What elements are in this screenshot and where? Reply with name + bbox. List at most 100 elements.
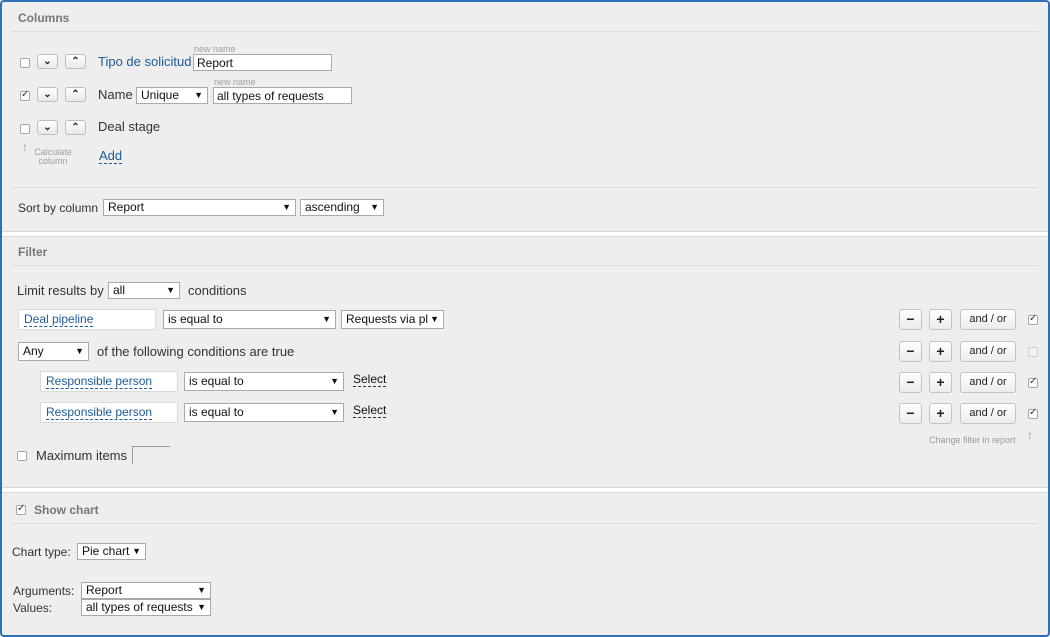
show-chart-checkbox[interactable] <box>16 503 26 515</box>
arguments-value: Report <box>86 583 123 597</box>
filter-field-deal-pipeline[interactable]: Deal pipeline <box>18 309 156 330</box>
minus-icon: − <box>906 374 915 390</box>
chevron-down-icon: ⌄ <box>43 56 52 67</box>
and-or-button[interactable]: and / or <box>960 341 1016 362</box>
new-name-input-report[interactable] <box>193 54 332 71</box>
move-up-button[interactable]: ⌃ <box>65 120 86 135</box>
dropdown-arrow-icon: ▼ <box>197 585 206 595</box>
column-row-1-checkbox[interactable] <box>20 58 30 68</box>
minus-icon: − <box>906 343 915 359</box>
sort-column-select[interactable]: Report ▼ <box>103 199 296 216</box>
max-items-input[interactable] <box>132 446 170 464</box>
add-column-link[interactable]: Add <box>99 148 123 164</box>
operator-value: is equal to <box>189 374 244 388</box>
chart-type-label: Chart type: <box>12 545 71 559</box>
values-value: all types of requests <box>86 600 193 614</box>
filter-section-title: Filter <box>18 245 48 259</box>
arguments-select[interactable]: Report ▼ <box>81 582 211 599</box>
values-select[interactable]: all types of requests ▼ <box>81 599 211 616</box>
show-chart-title: Show chart <box>34 503 99 517</box>
remove-condition-button[interactable]: − <box>899 403 922 424</box>
chevron-down-icon: ⌄ <box>43 89 52 100</box>
columns-section-title: Columns <box>18 11 70 25</box>
operator-select-3[interactable]: is equal to ▼ <box>184 403 344 422</box>
plus-icon: + <box>936 343 945 359</box>
value-select-1[interactable]: Requests via pl ▼ <box>341 310 444 329</box>
dropdown-arrow-icon: ▼ <box>282 202 291 212</box>
and-or-button[interactable]: and / or <box>960 403 1016 424</box>
new-name-input-all-types[interactable] <box>213 87 352 104</box>
dropdown-arrow-icon: ▼ <box>322 314 331 324</box>
filter-field-label: Deal pipeline <box>24 312 94 327</box>
filter-field-responsible-person[interactable]: Responsible person <box>40 371 178 392</box>
aggregate-select[interactable]: Unique ▼ <box>136 87 208 104</box>
dropdown-arrow-icon: ▼ <box>370 202 379 212</box>
select-value-link[interactable]: Select <box>353 372 387 387</box>
chevron-down-icon: ⌄ <box>43 122 52 133</box>
chevron-up-icon: ⌃ <box>71 89 80 100</box>
operator-value: is equal to <box>168 312 223 326</box>
new-name-caption: new name <box>214 77 256 87</box>
arrow-up-icon: ↑ <box>22 140 28 154</box>
move-down-button[interactable]: ⌄ <box>37 87 58 102</box>
limit-mode-select[interactable]: all ▼ <box>108 282 180 299</box>
column-label-deal-stage: Deal stage <box>98 119 161 134</box>
and-or-button[interactable]: and / or <box>960 309 1016 330</box>
dropdown-arrow-icon: ▼ <box>75 346 84 356</box>
remove-condition-button[interactable]: − <box>899 372 922 393</box>
dropdown-arrow-icon: ▼ <box>166 285 175 295</box>
operator-select-2[interactable]: is equal to ▼ <box>184 372 344 391</box>
group-checkbox[interactable] <box>1028 347 1038 357</box>
aggregate-select-value: Unique <box>141 88 180 102</box>
filter-field-label: Responsible person <box>46 374 153 389</box>
conditions-label: conditions <box>188 283 247 298</box>
max-items-checkbox[interactable] <box>17 451 27 461</box>
column-row-2-checkbox[interactable] <box>20 89 30 101</box>
max-items-label: Maximum items <box>36 448 128 463</box>
select-value-link[interactable]: Select <box>353 403 387 418</box>
move-up-button[interactable]: ⌃ <box>65 87 86 102</box>
and-or-button[interactable]: and / or <box>960 372 1016 393</box>
move-up-button[interactable]: ⌃ <box>65 54 86 69</box>
new-name-caption: new name <box>194 44 236 54</box>
section-separator <box>2 487 1048 493</box>
filter-field-label: Responsible person <box>46 405 153 420</box>
arrow-up-icon: ↑ <box>1027 428 1033 442</box>
minus-icon: − <box>906 311 915 327</box>
group-mode-value: Any <box>23 344 44 358</box>
dropdown-arrow-icon: ▼ <box>430 314 439 324</box>
condition-2-checkbox[interactable] <box>1028 376 1038 388</box>
condition-1-checkbox[interactable] <box>1028 313 1038 325</box>
sort-order-select[interactable]: ascending ▼ <box>300 199 384 216</box>
sort-divider <box>12 187 1038 188</box>
plus-icon: + <box>936 405 945 421</box>
move-down-button[interactable]: ⌄ <box>37 54 58 69</box>
chart-type-select[interactable]: Pie chart ▼ <box>77 543 146 560</box>
filter-field-responsible-person[interactable]: Responsible person <box>40 402 178 423</box>
add-condition-button[interactable]: + <box>929 309 952 330</box>
column-label-tipo: Tipo de solicitud <box>98 54 192 69</box>
arguments-label: Arguments: <box>13 584 75 598</box>
remove-condition-button[interactable]: − <box>899 309 922 330</box>
section-separator <box>2 231 1048 237</box>
values-label: Values: <box>13 601 53 615</box>
column-row-3-checkbox[interactable] <box>20 124 30 134</box>
calculate-column-label: Calculate column <box>34 147 72 166</box>
add-condition-button[interactable]: + <box>929 372 952 393</box>
filter-divider <box>12 265 1038 266</box>
condition-3-checkbox[interactable] <box>1028 407 1038 419</box>
plus-icon: + <box>936 311 945 327</box>
remove-group-button[interactable]: − <box>899 341 922 362</box>
group-condition-text: of the following conditions are true <box>97 344 295 359</box>
dropdown-arrow-icon: ▼ <box>132 546 141 556</box>
add-group-condition-button[interactable]: + <box>929 341 952 362</box>
add-condition-button[interactable]: + <box>929 403 952 424</box>
move-down-button[interactable]: ⌄ <box>37 120 58 135</box>
dropdown-arrow-icon: ▼ <box>197 602 206 612</box>
sort-order-value: ascending <box>305 200 360 214</box>
chart-divider <box>12 523 1038 524</box>
group-mode-select[interactable]: Any ▼ <box>18 342 89 361</box>
operator-select-1[interactable]: is equal to ▼ <box>163 310 336 329</box>
chart-type-value: Pie chart <box>82 544 130 558</box>
dropdown-arrow-icon: ▼ <box>330 376 339 386</box>
